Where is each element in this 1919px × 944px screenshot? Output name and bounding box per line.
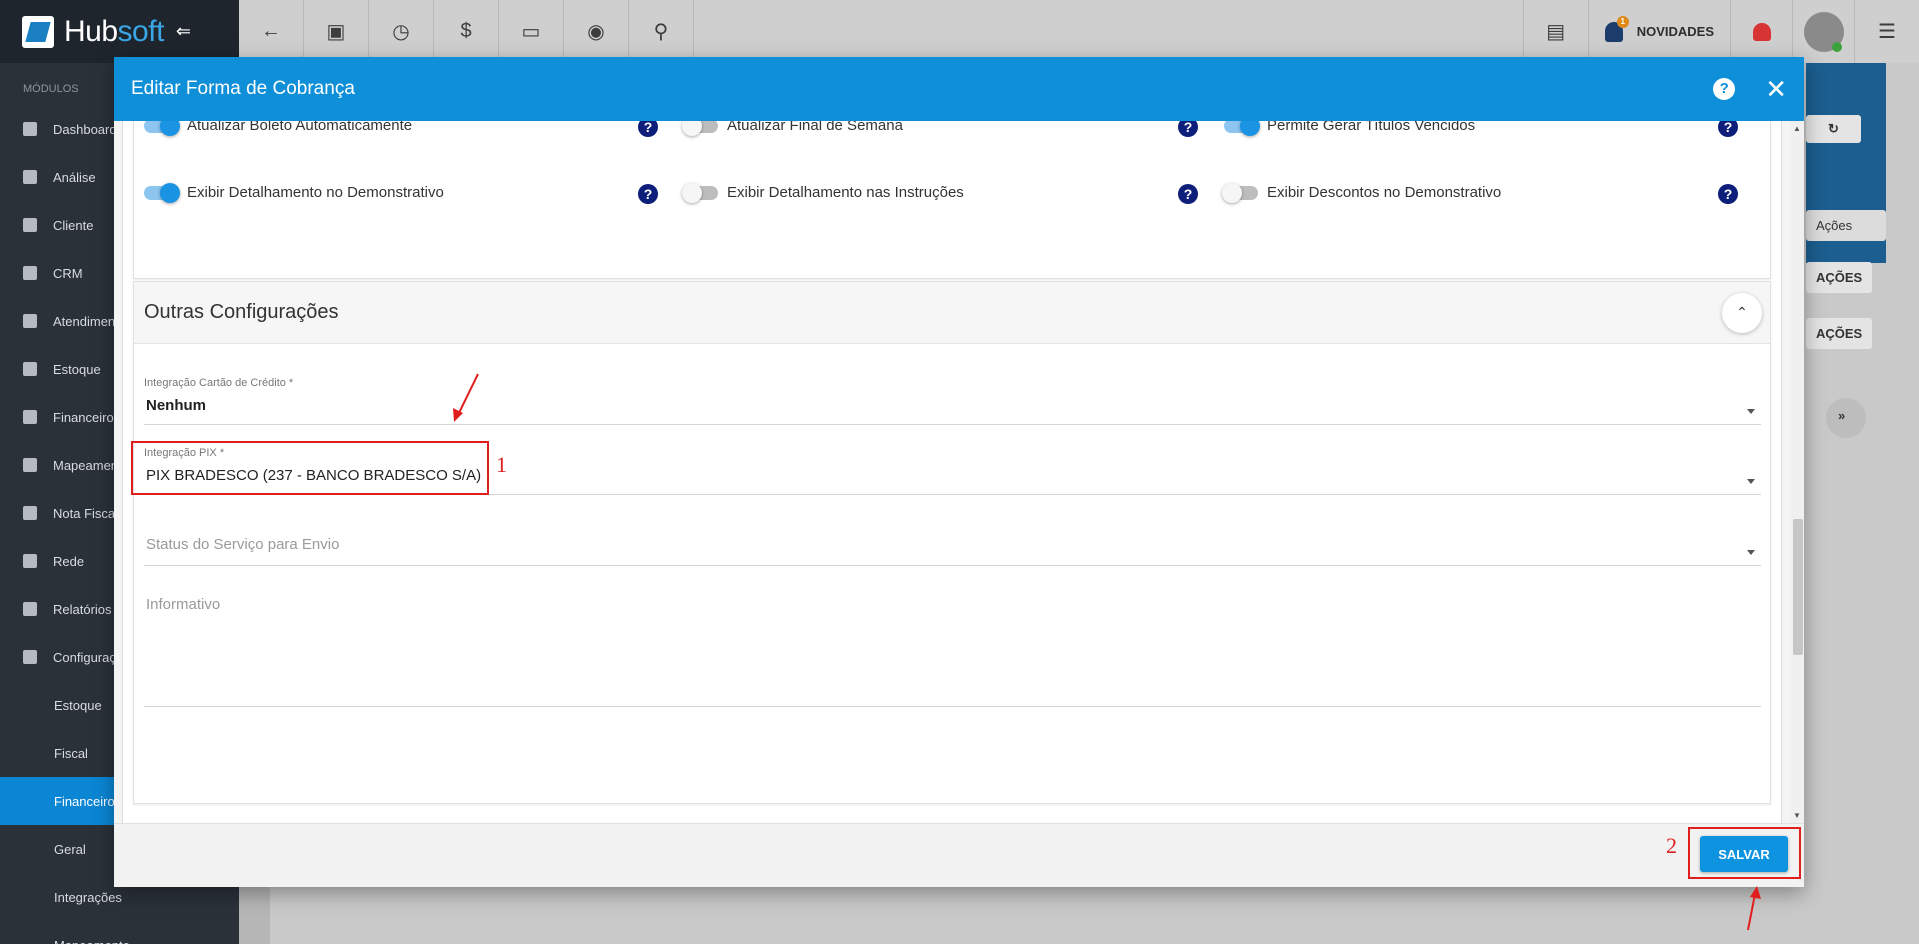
annotation-arrow-2-head	[1750, 886, 1761, 899]
annotation-arrow-1-line	[457, 373, 479, 416]
annotation-arrows	[453, 373, 1761, 931]
annotation-arrow-2-line	[1747, 893, 1756, 931]
